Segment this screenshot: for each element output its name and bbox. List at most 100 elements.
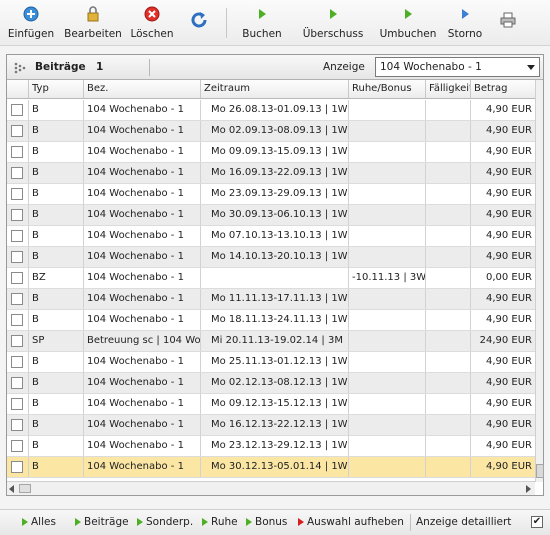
add-icon: [23, 6, 39, 22]
table-row[interactable]: B 104 Wochenabo - 1 Mo 09.09.13-15.09.13 |…: [7, 142, 535, 163]
row-checkbox[interactable]: [11, 356, 23, 368]
row-checkbox[interactable]: [11, 146, 23, 158]
cell-betrag: 4,90 EUR: [485, 104, 532, 115]
cell-zeitraum: Mo 26.08.13-01.09.13 | 1W: [201, 100, 349, 120]
cell-betrag: 4,90 EUR: [485, 356, 532, 367]
cell-select: [7, 121, 29, 141]
filter-bar: Alles Beiträge Sonderp. Ruhe Bonus Auswa…: [0, 509, 550, 535]
row-checkbox[interactable]: [11, 461, 23, 473]
anzeige-detailliert-label: Anzeige detailliert: [416, 516, 512, 528]
cell-zeitraum: Mo 18.11.13-24.11.13 | 1W: [201, 310, 349, 330]
row-checkbox[interactable]: [11, 335, 23, 347]
table-row[interactable]: B 104 Wochenabo - 1 Mo 07.10.13-13.10.13 |…: [7, 226, 535, 247]
cell-betrag: 4,90 EUR: [485, 251, 532, 262]
table-row[interactable]: SP Betreuung sc | 104 Wo Mi 20.11.13-19.02…: [7, 331, 535, 352]
play-blue-icon: [457, 6, 473, 22]
cell-select: [7, 163, 29, 183]
vertical-scrollbar[interactable]: [535, 80, 544, 482]
row-checkbox[interactable]: [11, 251, 23, 263]
table-row[interactable]: BZ 104 Wochenabo - 1 -10.11.13 | 3W 0,00 EU…: [7, 268, 535, 289]
row-checkbox[interactable]: [11, 377, 23, 389]
column-header-typ[interactable]: Typ: [29, 80, 84, 98]
filter-beitraege[interactable]: Beiträge: [75, 516, 129, 528]
scroll-right-icon[interactable]: [526, 485, 531, 493]
table-row[interactable]: B 104 Wochenabo - 1 Mo 09.12.13-15.12.13 |…: [7, 394, 535, 415]
cell-faelligkeit: [426, 184, 471, 204]
table-row[interactable]: B 104 Wochenabo - 1 Mo 16.09.13-22.09.13 |…: [7, 163, 535, 184]
table-row[interactable]: B 104 Wochenabo - 1 Mo 14.10.13-20.10.13 |…: [7, 247, 535, 268]
play-icon: [202, 518, 208, 526]
chevron-down-icon: [527, 65, 535, 70]
row-checkbox[interactable]: [11, 272, 23, 284]
auswahl-aufheben[interactable]: Auswahl aufheben: [298, 516, 404, 528]
row-checkbox[interactable]: [11, 314, 23, 326]
cell-zeitraum: Mo 23.09.13-29.09.13 | 1W: [201, 184, 349, 204]
row-checkbox[interactable]: [11, 125, 23, 137]
filter-beitraege-label: Beiträge: [84, 516, 129, 528]
column-header-ruhe-bonus[interactable]: Ruhe/Bonus: [349, 80, 426, 98]
storno-label: Storno: [447, 28, 483, 40]
column-header-faelligkeit[interactable]: Fälligkeit: [426, 80, 471, 98]
einfuegen-button[interactable]: Einfügen: [8, 4, 54, 44]
loeschen-button[interactable]: Löschen: [130, 4, 174, 44]
cell-typ: B: [29, 457, 84, 477]
table-row[interactable]: B 104 Wochenabo - 1 Mo 16.12.13-22.12.13 |…: [7, 415, 535, 436]
anzeige-detailliert-checkbox[interactable]: ✔: [531, 516, 543, 528]
row-checkbox[interactable]: [11, 167, 23, 179]
buchen-button[interactable]: Buchen: [240, 4, 284, 44]
cell-ruhe-bonus: [349, 205, 426, 225]
anzeige-label: Anzeige: [323, 61, 365, 73]
vertical-scroll-thumb[interactable]: [536, 464, 544, 478]
storno-button[interactable]: Storno: [446, 4, 484, 44]
row-checkbox[interactable]: [11, 419, 23, 431]
row-checkbox[interactable]: [11, 209, 23, 221]
table-row[interactable]: B 104 Wochenabo - 1 Mo 26.08.13-01.09.13 |…: [7, 100, 535, 121]
row-checkbox[interactable]: [11, 293, 23, 305]
row-checkbox[interactable]: [11, 230, 23, 242]
horizontal-scrollbar[interactable]: [7, 481, 535, 495]
table-row[interactable]: B 104 Wochenabo - 1 Mo 18.11.13-24.11.13 |…: [7, 310, 535, 331]
table-row[interactable]: B 104 Wochenabo - 1 Mo 25.11.13-01.12.13 |…: [7, 352, 535, 373]
table-body: B 104 Wochenabo - 1 Mo 26.08.13-01.09.13 |…: [7, 100, 535, 481]
horizontal-scroll-thumb[interactable]: [19, 484, 31, 493]
column-header-zeitraum[interactable]: Zeitraum: [201, 80, 349, 98]
table-row[interactable]: B 104 Wochenabo - 1 Mo 02.09.13-08.09.13 |…: [7, 121, 535, 142]
cell-betrag: 4,90 EUR: [485, 209, 532, 220]
cell-betrag: 24,90 EUR: [479, 335, 532, 346]
cell-ruhe-bonus: [349, 247, 426, 267]
refresh-button[interactable]: [186, 4, 212, 44]
anzeige-select[interactable]: 104 Wochenabo - 1: [375, 57, 540, 77]
scroll-left-icon[interactable]: [9, 485, 14, 493]
table-row[interactable]: B 104 Wochenabo - 1 Mo 30.09.13-06.10.13 |…: [7, 205, 535, 226]
bearbeiten-button[interactable]: Bearbeiten: [64, 4, 122, 44]
filter-alles[interactable]: Alles: [22, 516, 56, 528]
cell-faelligkeit: [426, 268, 471, 288]
cell-faelligkeit: [426, 436, 471, 456]
table-row[interactable]: B 104 Wochenabo - 1 Mo 11.11.13-17.11.13 |…: [7, 289, 535, 310]
cell-zeitraum: Mo 14.10.13-20.10.13 | 1W: [201, 247, 349, 267]
row-checkbox[interactable]: [11, 440, 23, 452]
cell-bez: 104 Wochenabo - 1: [84, 205, 201, 225]
column-header-bez[interactable]: Bez.: [84, 80, 201, 98]
cell-select: [7, 268, 29, 288]
cell-zeitraum: Mo 07.10.13-13.10.13 | 1W: [201, 226, 349, 246]
filter-bonus[interactable]: Bonus: [246, 516, 287, 528]
umbuchen-button[interactable]: Umbuchen: [380, 4, 436, 44]
play-icon: [325, 6, 341, 22]
table-row[interactable]: B 104 Wochenabo - 1 Mo 30.12.13-05.01.14 |…: [7, 457, 535, 478]
auswahl-aufheben-label: Auswahl aufheben: [307, 516, 404, 528]
table-row[interactable]: B 104 Wochenabo - 1 Mo 02.12.13-08.12.13 |…: [7, 373, 535, 394]
ueberschuss-button[interactable]: Überschuss: [302, 4, 364, 44]
row-checkbox[interactable]: [11, 104, 23, 116]
row-checkbox[interactable]: [11, 188, 23, 200]
print-button[interactable]: [496, 4, 520, 44]
table-row[interactable]: B 104 Wochenabo - 1 Mo 23.12.13-29.12.13 |…: [7, 436, 535, 457]
filter-ruhe[interactable]: Ruhe: [202, 516, 238, 528]
column-header-betrag[interactable]: Betrag: [471, 80, 535, 98]
cell-typ: B: [29, 394, 84, 414]
cell-zeitraum: Mo 30.09.13-06.10.13 | 1W: [201, 205, 349, 225]
table-row[interactable]: B 104 Wochenabo - 1 Mo 23.09.13-29.09.13 |…: [7, 184, 535, 205]
row-checkbox[interactable]: [11, 398, 23, 410]
filter-sonderp[interactable]: Sonderp.: [137, 516, 193, 528]
play-red-icon: [298, 518, 304, 526]
